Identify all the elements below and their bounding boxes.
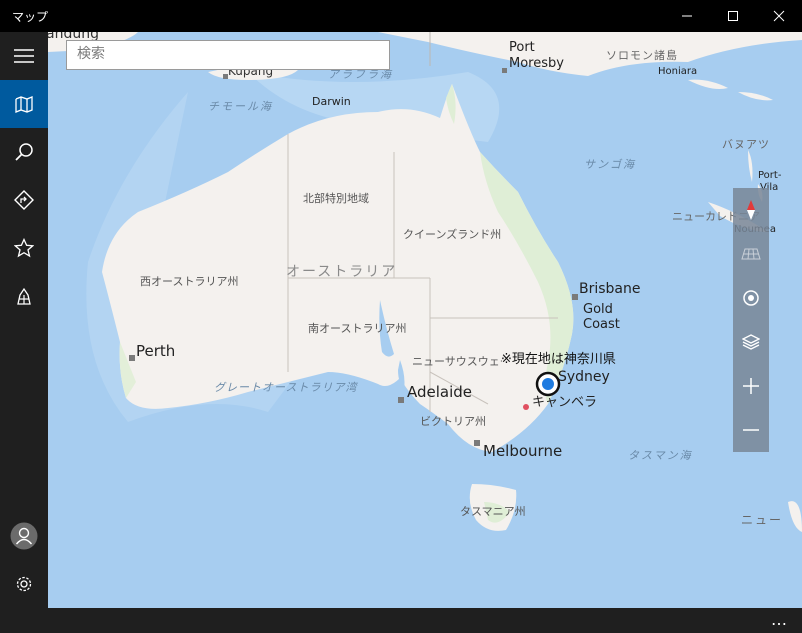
label-solomon: ソロモン諸島	[606, 49, 678, 62]
star-icon	[14, 238, 34, 258]
tilt-button[interactable]	[733, 232, 769, 276]
maximize-button[interactable]	[710, 0, 756, 32]
bottom-app-bar: …	[0, 608, 802, 633]
close-button[interactable]	[756, 0, 802, 32]
account-button[interactable]	[0, 512, 48, 560]
label-sydney: Sydney	[558, 369, 610, 385]
minus-icon	[743, 429, 759, 431]
collections-icon	[17, 287, 31, 305]
label-nsw: ニューサウスウェールズ州	[412, 355, 502, 368]
nav-collections-button[interactable]	[0, 272, 48, 320]
minimize-icon	[682, 15, 692, 17]
map-graphic	[48, 32, 802, 608]
label-south-australia: 南オーストラリア州	[308, 322, 407, 335]
zoom-out-button[interactable]	[733, 408, 769, 452]
nav-search-button[interactable]	[0, 128, 48, 176]
map-canvas[interactable]: andung Port Moresby ソロモン諸島 Honiara Kupan…	[48, 32, 802, 608]
label-port-moresby-2: Moresby	[509, 56, 564, 71]
window-title: マップ	[12, 10, 49, 24]
label-tasmania: タスマニア州	[460, 505, 526, 518]
label-australia: オーストラリア	[286, 264, 398, 280]
label-great-bight: グレートオーストラリア湾	[214, 381, 358, 394]
label-victoria: ビクトリア州	[420, 415, 486, 428]
label-western-australia: 西オーストラリア州	[140, 275, 239, 288]
label-perth: Perth	[136, 342, 176, 360]
more-options-button[interactable]: …	[771, 610, 788, 629]
search-input[interactable]	[67, 41, 387, 67]
tilt-icon	[741, 248, 761, 260]
label-queensland: クイーンズランド州	[403, 228, 502, 241]
label-brisbane: Brisbane	[579, 281, 641, 297]
label-honiara: Honiara	[658, 66, 698, 77]
label-port-moresby-1: Port	[509, 40, 535, 55]
current-location-marker[interactable]	[535, 371, 561, 397]
menu-button[interactable]	[0, 32, 48, 80]
navigation-pane	[0, 32, 48, 608]
map-icon	[15, 96, 33, 113]
settings-button[interactable]	[0, 560, 48, 608]
compass-icon	[747, 200, 755, 220]
map-controls	[733, 188, 769, 452]
current-location-note: ※現在地は神奈川県	[501, 352, 616, 367]
label-melbourne: Melbourne	[483, 442, 563, 460]
label-adelaide: Adelaide	[407, 383, 473, 401]
nav-favorites-button[interactable]	[0, 224, 48, 272]
label-northern-territory: 北部特別地域	[303, 192, 369, 205]
label-darwin: Darwin	[312, 95, 351, 108]
show-location-button[interactable]	[733, 276, 769, 320]
maximize-icon	[728, 11, 738, 21]
account-icon	[10, 522, 38, 550]
location-icon	[743, 290, 759, 306]
gear-icon	[16, 576, 32, 592]
zoom-in-button[interactable]	[733, 364, 769, 408]
search-icon	[15, 143, 33, 161]
label-gold-coast-2: Coast	[583, 317, 620, 332]
label-coral-sea: サンゴ海	[584, 158, 636, 171]
title-bar: マップ	[0, 0, 802, 32]
label-port-vila-1: Port-	[758, 170, 782, 181]
layers-icon	[742, 334, 760, 350]
nav-map-button[interactable]	[0, 80, 48, 128]
minimize-button[interactable]	[664, 0, 710, 32]
close-icon	[773, 10, 785, 22]
label-gold-coast-1: Gold	[583, 302, 613, 317]
map-views-button[interactable]	[733, 320, 769, 364]
search-box[interactable]	[66, 40, 390, 70]
label-nz-fragment: ニュー	[741, 513, 784, 527]
compass-button[interactable]	[733, 188, 769, 232]
label-vanuatu: バヌアツ	[722, 138, 770, 151]
hamburger-icon	[14, 49, 34, 63]
nav-directions-button[interactable]	[0, 176, 48, 224]
label-tasman-sea: タスマン海	[628, 449, 693, 462]
plus-icon	[743, 378, 759, 394]
directions-icon	[14, 190, 34, 210]
label-timor-sea: チモール海	[208, 100, 273, 113]
